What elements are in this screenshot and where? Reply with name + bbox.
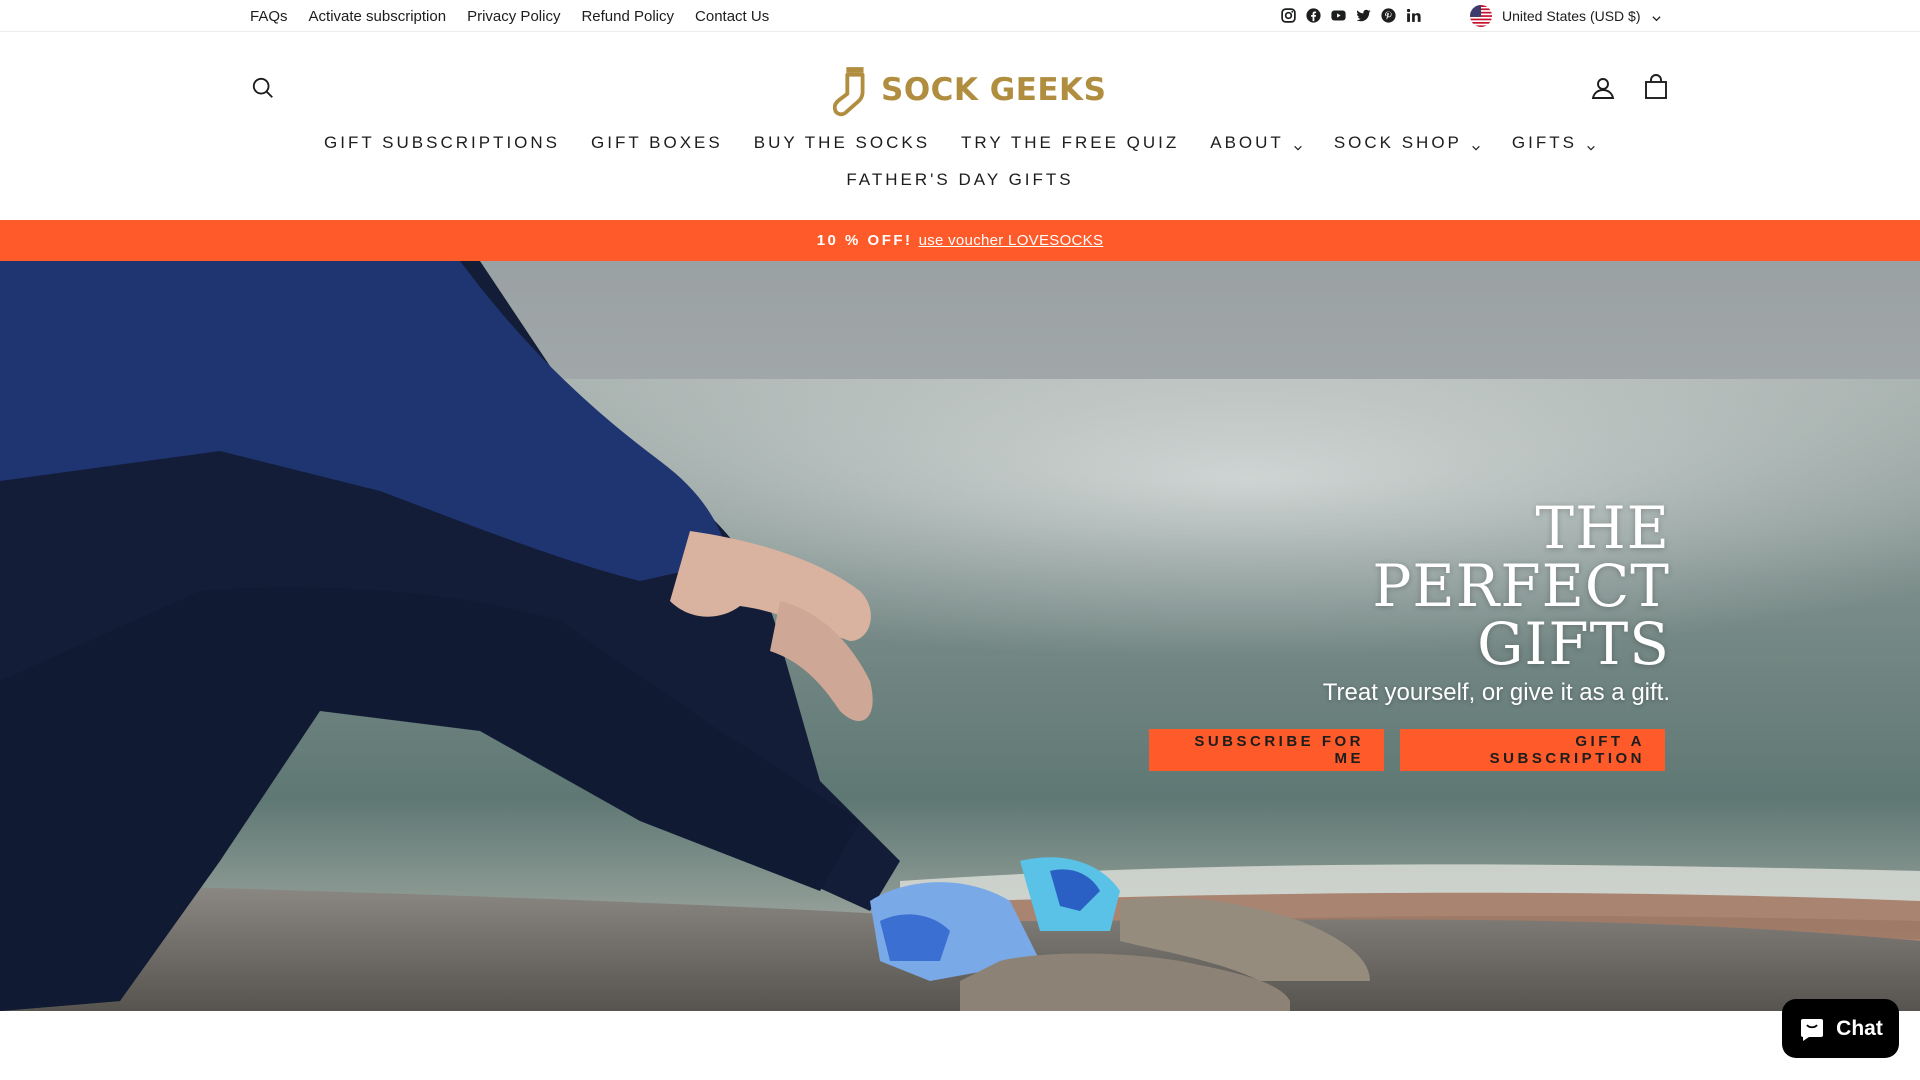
facebook-icon[interactable] [1305, 7, 1322, 24]
main-nav-row-2: FATHER'S DAY GIFTS [0, 165, 1920, 195]
nav-about[interactable]: ABOUT [1210, 133, 1303, 153]
country-selector[interactable]: United States (USD $) [1470, 4, 1662, 28]
nav-label: FATHER'S DAY GIFTS [846, 170, 1074, 189]
account-button[interactable] [1590, 75, 1616, 101]
youtube-icon[interactable] [1330, 7, 1347, 24]
hero-title-line: GIFTS [1477, 610, 1670, 678]
announcement-bar: 10 % OFF! use voucher LOVESOCKS [0, 220, 1920, 261]
hero-content: THE PERFECT GIFTS Treat yourself, or giv… [1149, 499, 1670, 771]
sock-logo-icon [833, 63, 875, 117]
hero-buttons: SUBSCRIBE FOR ME GIFT A SUBSCRIPTION [1149, 729, 1670, 771]
nav-gifts[interactable]: GIFTS [1512, 133, 1596, 153]
logo-text: SOCK GEEKS [881, 72, 1107, 108]
user-icon [1591, 78, 1615, 99]
chevron-down-icon [1586, 138, 1596, 151]
utility-bar: FAQs Activate subscription Privacy Polic… [0, 0, 1920, 32]
voucher-link[interactable]: use voucher LOVESOCKS [919, 232, 1104, 249]
us-flag-icon [1470, 5, 1492, 27]
nav-fathers-day-gifts[interactable]: FATHER'S DAY GIFTS [846, 170, 1073, 190]
pinterest-icon[interactable] [1380, 7, 1397, 24]
hero-subtitle: Treat yourself, or give it as a gift. [1322, 679, 1670, 706]
search-button[interactable] [250, 75, 276, 101]
nav-label: ABOUT [1210, 133, 1284, 152]
announcement-text: 10 % OFF! [816, 232, 913, 249]
activate-subscription-link[interactable]: Activate subscription [309, 8, 447, 25]
hero-title: THE PERFECT GIFTS [1250, 499, 1670, 673]
cart-button[interactable] [1643, 74, 1669, 100]
social-links [1280, 7, 1422, 24]
gift-a-subscription-button[interactable]: GIFT A SUBSCRIPTION [1400, 729, 1665, 771]
chevron-down-icon [1651, 11, 1662, 22]
chat-bubble-icon [1801, 1018, 1824, 1041]
chevron-down-icon [1293, 138, 1303, 151]
logo[interactable]: SOCK GEEKS [833, 61, 1106, 119]
subscribe-for-me-button[interactable]: SUBSCRIBE FOR ME [1149, 729, 1384, 771]
nav-label: SOCK SHOP [1333, 133, 1462, 152]
hero-banner: THE PERFECT GIFTS Treat yourself, or giv… [0, 261, 1920, 1011]
nav-try-the-free-quiz[interactable]: TRY THE FREE QUIZ [961, 133, 1179, 153]
contact-us-link[interactable]: Contact Us [695, 8, 769, 25]
refund-policy-link[interactable]: Refund Policy [581, 8, 674, 25]
privacy-policy-link[interactable]: Privacy Policy [467, 8, 560, 25]
nav-gift-boxes[interactable]: GIFT BOXES [591, 133, 723, 153]
linkedin-icon[interactable] [1405, 7, 1422, 24]
main-nav: GIFT SUBSCRIPTIONS GIFT BOXES BUY THE SO… [0, 128, 1920, 158]
twitter-icon[interactable] [1355, 7, 1372, 24]
nav-gift-subscriptions[interactable]: GIFT SUBSCRIPTIONS [324, 133, 560, 153]
chevron-down-icon [1471, 138, 1481, 151]
search-icon [252, 77, 273, 98]
nav-label: TRY THE FREE QUIZ [961, 133, 1180, 152]
shopping-bag-icon [1645, 74, 1667, 99]
instagram-icon[interactable] [1280, 7, 1297, 24]
chat-label: Chat [1836, 1016, 1883, 1040]
nav-sock-shop[interactable]: SOCK SHOP [1334, 133, 1481, 153]
nav-label: GIFT BOXES [591, 133, 723, 152]
utility-links: FAQs Activate subscription Privacy Polic… [250, 0, 769, 32]
nav-buy-the-socks[interactable]: BUY THE SOCKS [754, 133, 930, 153]
nav-label: GIFT SUBSCRIPTIONS [324, 133, 561, 152]
chat-button[interactable]: Chat [1782, 999, 1899, 1058]
nav-label: GIFTS [1511, 133, 1577, 152]
faqs-link[interactable]: FAQs [250, 8, 288, 25]
country-selector-label: United States (USD $) [1502, 8, 1641, 24]
nav-label: BUY THE SOCKS [753, 133, 931, 152]
